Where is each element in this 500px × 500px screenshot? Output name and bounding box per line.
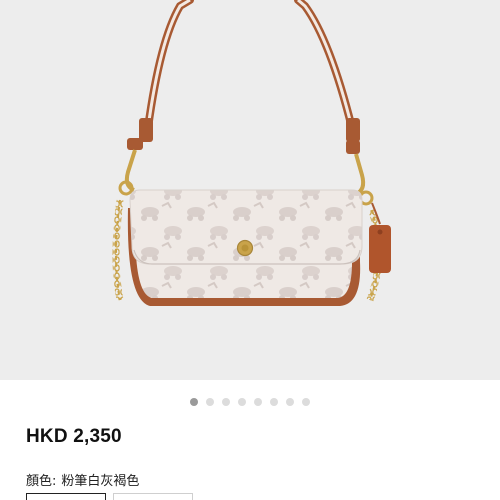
color-selection-label: 顏色: 粉筆白灰褐色 xyxy=(26,470,139,489)
handbag-product-photo xyxy=(112,0,391,306)
carousel-dot-3[interactable] xyxy=(222,398,230,406)
carousel-dot-2[interactable] xyxy=(206,398,214,406)
carousel-pagination[interactable] xyxy=(0,396,500,408)
carousel-dot-8[interactable] xyxy=(302,398,310,406)
product-image[interactable] xyxy=(0,0,500,380)
carousel-dot-7[interactable] xyxy=(286,398,294,406)
product-price: HKD 2,350 xyxy=(26,426,122,447)
carousel-dot-5[interactable] xyxy=(254,398,262,406)
carousel-dot-1[interactable] xyxy=(190,398,198,406)
carousel-dot-4[interactable] xyxy=(238,398,246,406)
color-value: 粉筆白灰褐色 xyxy=(61,474,140,489)
color-swatch-option[interactable] xyxy=(113,493,193,500)
color-label: 顏色: xyxy=(26,474,57,489)
carousel-dot-6[interactable] xyxy=(270,398,278,406)
color-swatch-selected[interactable] xyxy=(26,493,106,500)
